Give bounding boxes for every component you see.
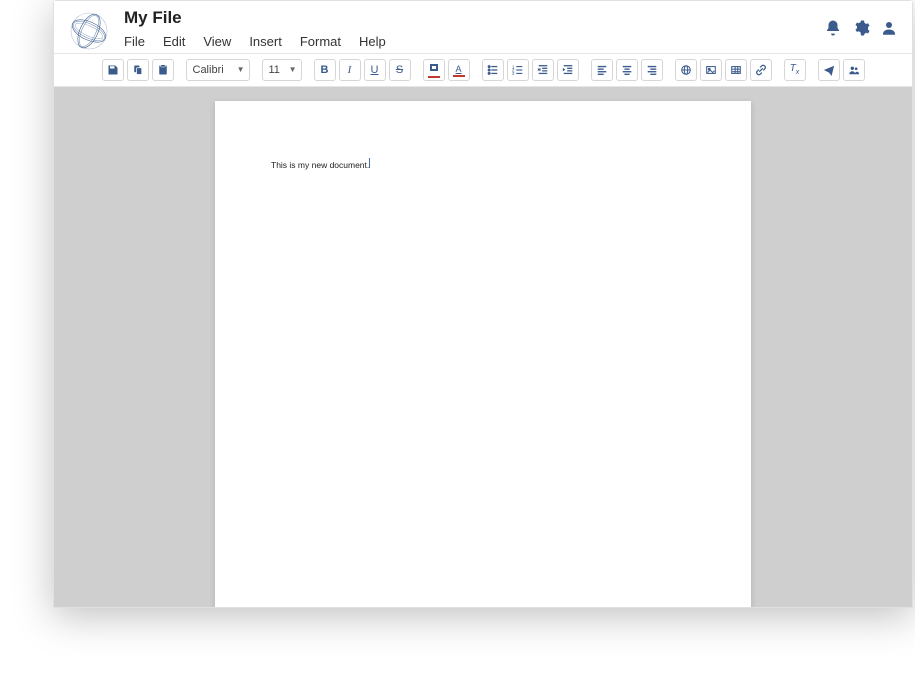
chevron-down-icon: ▼: [289, 65, 297, 74]
italic-button[interactable]: I: [339, 59, 361, 81]
increase-indent-button[interactable]: [557, 59, 579, 81]
header: My File File Edit View Insert Format Hel…: [54, 1, 912, 53]
font-size-select[interactable]: 11 ▼: [262, 59, 302, 81]
highlight-color-button[interactable]: [423, 59, 445, 81]
font-size-value: 11: [269, 64, 280, 76]
menu-format[interactable]: Format: [300, 30, 341, 53]
app-window: My File File Edit View Insert Format Hel…: [53, 0, 913, 608]
menu-insert[interactable]: Insert: [249, 30, 282, 53]
bold-button[interactable]: B: [314, 59, 336, 81]
collaborators-button[interactable]: [843, 59, 865, 81]
menu-view[interactable]: View: [203, 30, 231, 53]
insert-image-button[interactable]: [700, 59, 722, 81]
menu-bar: File Edit View Insert Format Help: [124, 30, 824, 53]
align-center-button[interactable]: [616, 59, 638, 81]
copy-button[interactable]: [127, 59, 149, 81]
menu-edit[interactable]: Edit: [163, 30, 185, 53]
align-left-button[interactable]: [591, 59, 613, 81]
decrease-indent-button[interactable]: [532, 59, 554, 81]
insert-table-button[interactable]: [725, 59, 747, 81]
user-icon[interactable]: [880, 19, 898, 42]
gear-icon[interactable]: [852, 19, 870, 42]
font-family-select[interactable]: Calibri ▼: [186, 59, 250, 81]
document-title[interactable]: My File: [124, 9, 824, 28]
save-button[interactable]: [102, 59, 124, 81]
chevron-down-icon: ▼: [237, 65, 245, 74]
share-button[interactable]: [818, 59, 840, 81]
toolbar: Calibri ▼ 11 ▼ B I U S A: [54, 53, 912, 87]
document-content[interactable]: This is my new document.: [271, 160, 369, 170]
insert-globe-button[interactable]: [675, 59, 697, 81]
menu-file[interactable]: File: [124, 30, 145, 53]
font-family-value: Calibri: [193, 64, 224, 76]
strikethrough-button[interactable]: S: [389, 59, 411, 81]
underline-button[interactable]: U: [364, 59, 386, 81]
align-right-button[interactable]: [641, 59, 663, 81]
paste-button[interactable]: [152, 59, 174, 81]
app-logo: [68, 10, 110, 52]
document-canvas[interactable]: This is my new document.: [54, 87, 912, 607]
clear-formatting-button[interactable]: Tx: [784, 59, 806, 81]
insert-link-button[interactable]: [750, 59, 772, 81]
document-page[interactable]: This is my new document.: [215, 101, 751, 607]
text-cursor: [369, 158, 370, 168]
numbered-list-button[interactable]: 123: [507, 59, 529, 81]
bullet-list-button[interactable]: [482, 59, 504, 81]
menu-help[interactable]: Help: [359, 30, 386, 53]
text-color-button[interactable]: A: [448, 59, 470, 81]
svg-text:3: 3: [512, 71, 515, 76]
bell-icon[interactable]: [824, 19, 842, 42]
